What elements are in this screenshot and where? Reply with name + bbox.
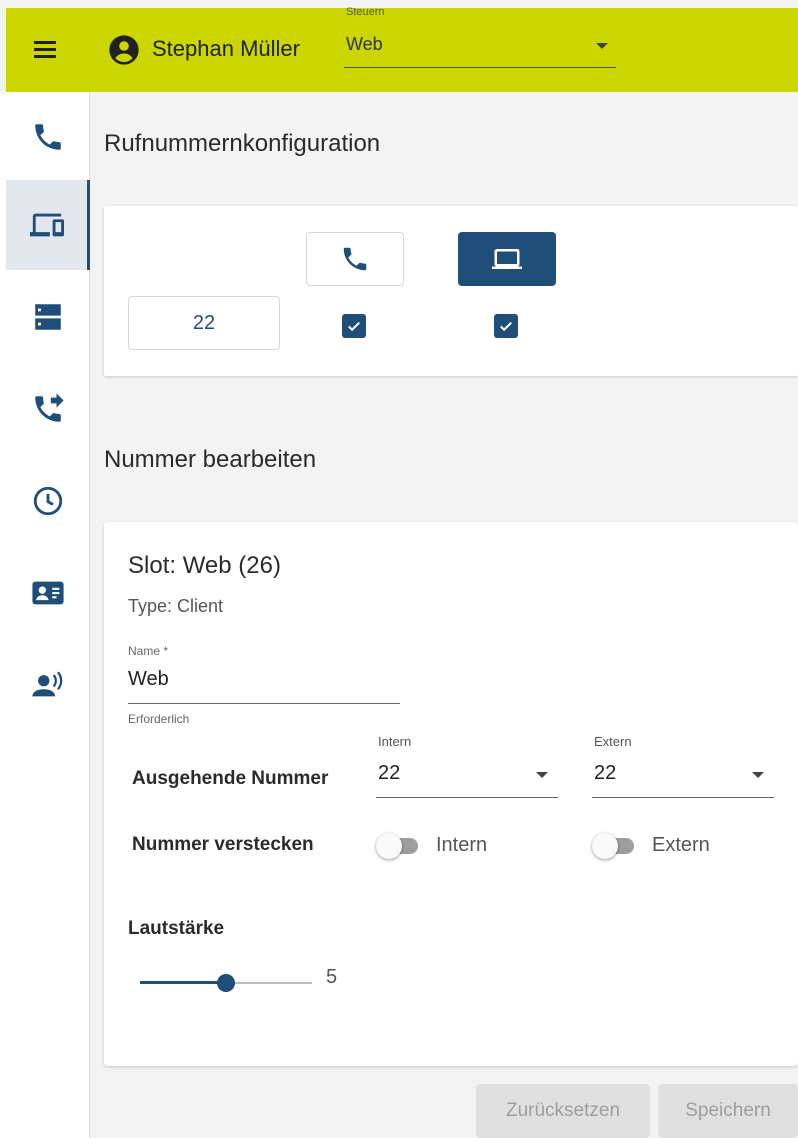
contact-card-icon — [32, 581, 64, 605]
laptop-icon — [492, 249, 522, 269]
intern-select-label: Intern — [378, 734, 412, 749]
phone-icon — [343, 247, 367, 271]
server-icon — [35, 304, 61, 330]
edit-card: Slot: Web (26) Type: Client Name * Erfor… — [104, 522, 798, 1066]
user-name: Stephan Müller — [152, 36, 300, 61]
toggle-track — [592, 832, 634, 859]
sidebar-item-phone[interactable] — [6, 92, 90, 182]
volume-label: Lautstärke — [128, 918, 225, 939]
phone-device-button[interactable] — [306, 232, 404, 286]
check-icon — [500, 321, 512, 332]
sidebar-item-devices[interactable] — [6, 180, 90, 270]
sidebar-item-voice[interactable] — [6, 640, 90, 730]
sidebar-item-contacts[interactable] — [6, 548, 90, 638]
outgoing-number-label: Ausgehende Nummer — [132, 768, 329, 789]
control-select-label: Steuern — [346, 6, 385, 18]
voice-user-icon — [32, 671, 63, 697]
laptop-device-button[interactable] — [458, 232, 556, 286]
volume-value: 5 — [326, 966, 338, 988]
toggle-track — [376, 832, 418, 859]
check-icon — [348, 321, 360, 332]
call-forward-icon — [35, 393, 64, 422]
extern-select-value: 22 — [594, 762, 617, 784]
slider-fill — [140, 981, 226, 984]
toggle-thumb — [376, 832, 402, 859]
hide-intern-toggle[interactable]: Intern — [376, 832, 488, 859]
account-circle-icon[interactable] — [108, 34, 140, 66]
config-card: 22 — [104, 206, 798, 376]
control-select[interactable]: Steuern Web — [344, 6, 616, 68]
sidebar-item-history[interactable] — [6, 456, 90, 546]
phone-checkbox[interactable] — [342, 314, 366, 338]
extern-number-select[interactable]: Extern 22 — [592, 734, 774, 798]
config-title: Rufnummernkonfiguration — [104, 130, 381, 157]
extern-select-label: Extern — [594, 734, 632, 749]
intern-select-value: 22 — [378, 762, 401, 784]
intern-number-select[interactable]: Intern 22 — [376, 734, 558, 798]
clock-icon — [33, 486, 63, 516]
slot-type: Type: Client — [128, 596, 224, 616]
chevron-down-icon — [596, 43, 608, 49]
menu-icon[interactable] — [32, 38, 62, 62]
slider-knob[interactable] — [217, 974, 235, 992]
name-field[interactable]: Name * — [128, 638, 400, 704]
hide-extern-label: Extern — [652, 834, 710, 856]
slot-title: Slot: Web (26) — [128, 552, 281, 579]
phone-icon — [35, 124, 61, 150]
hide-extern-toggle[interactable]: Extern — [592, 832, 710, 859]
hide-intern-label: Intern — [436, 834, 488, 856]
devices-icon — [29, 213, 64, 237]
sidebar-item-call-forward[interactable] — [6, 364, 90, 454]
chevron-down-icon — [752, 772, 764, 778]
number-box[interactable]: 22 — [128, 296, 280, 350]
save-button[interactable]: Speichern — [658, 1084, 798, 1138]
sidebar — [0, 92, 90, 1138]
name-hint: Erforderlich — [128, 712, 190, 726]
edit-title: Nummer bearbeiten — [104, 446, 317, 473]
name-input[interactable] — [128, 668, 388, 691]
sidebar-item-server[interactable] — [6, 272, 90, 362]
laptop-checkbox[interactable] — [494, 314, 518, 338]
reset-button[interactable]: Zurücksetzen — [476, 1084, 650, 1138]
toggle-thumb — [592, 832, 618, 859]
name-label: Name * — [128, 644, 169, 658]
control-select-value: Web — [346, 34, 383, 54]
hide-number-label: Nummer verstecken — [132, 834, 314, 855]
volume-slider[interactable] — [140, 968, 312, 998]
chevron-down-icon — [536, 772, 548, 778]
top-bar: Stephan Müller Steuern Web — [6, 6, 798, 92]
